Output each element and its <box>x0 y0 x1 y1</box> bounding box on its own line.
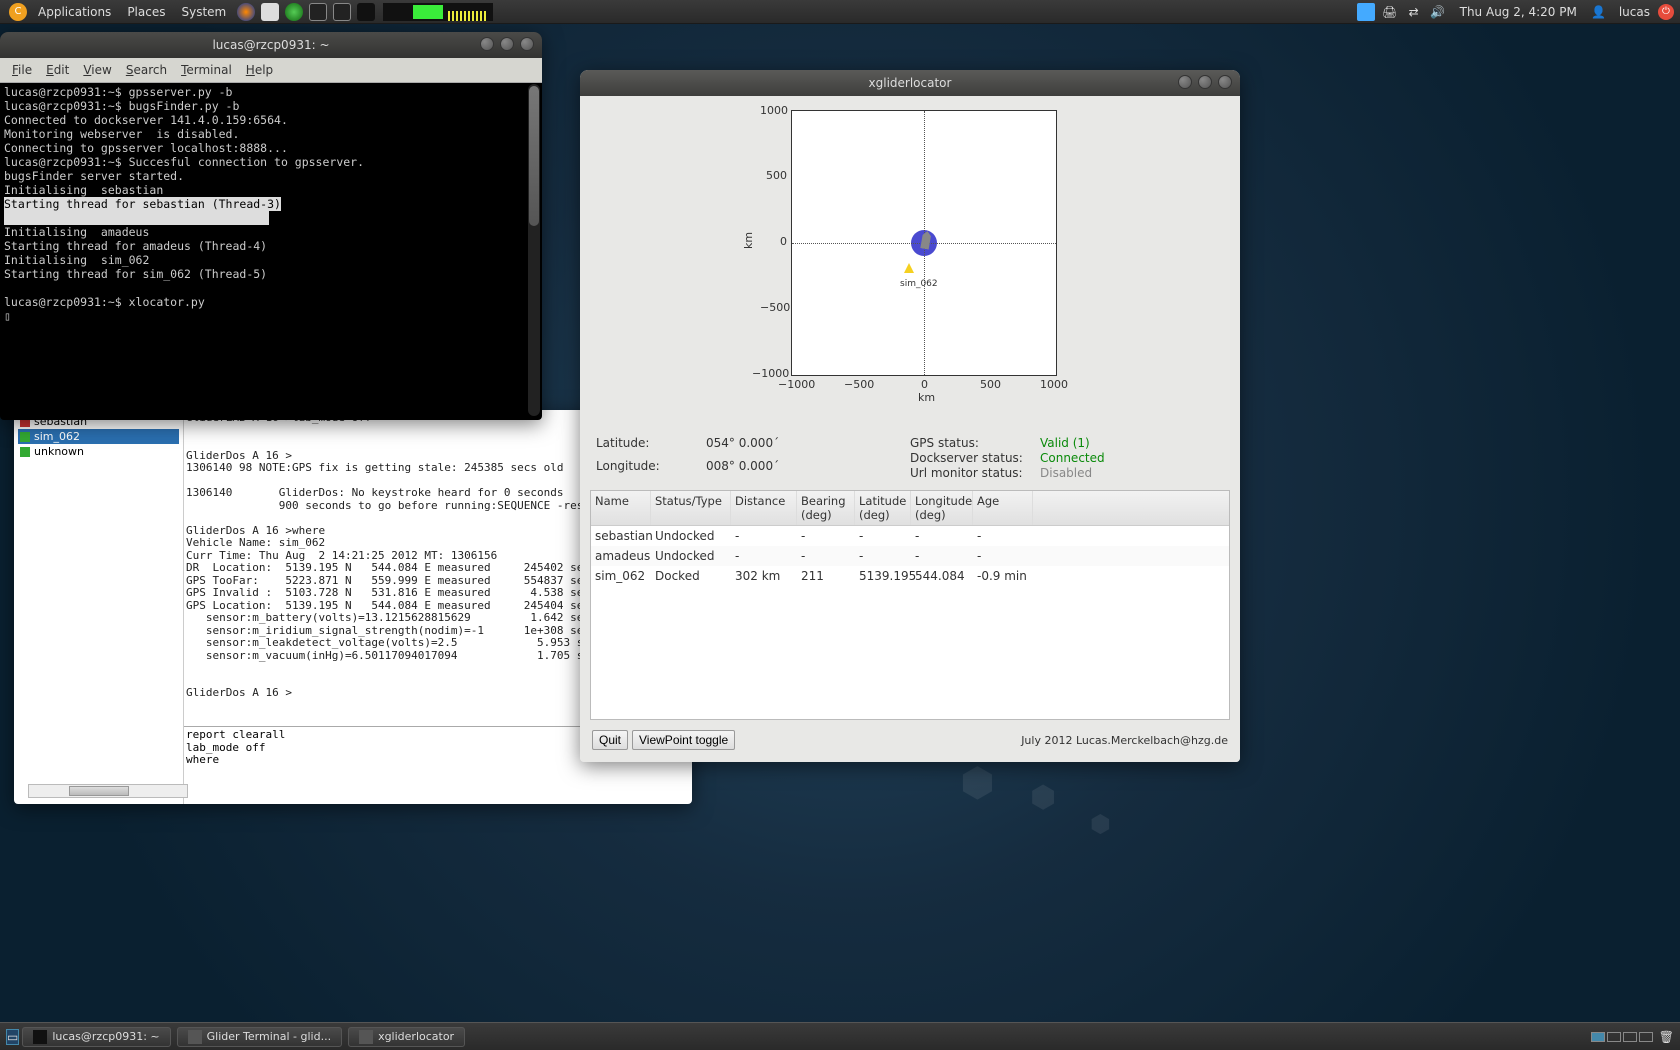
terminal-launcher-icon[interactable] <box>309 3 327 21</box>
terminal-titlebar[interactable]: lucas@rzcp0931: ~ <box>0 32 542 58</box>
places-menu[interactable]: Places <box>119 5 173 19</box>
plot-frame: sim_062 <box>791 110 1057 376</box>
locator-footer: Quit ViewPoint toggle July 2012 Lucas.Me… <box>588 726 1232 754</box>
taskbar-item-locator[interactable]: xgliderlocator <box>348 1027 465 1047</box>
printer-icon[interactable]: 🖨 <box>1381 3 1399 21</box>
x-tick: −1000 <box>778 378 815 391</box>
evolution-icon[interactable] <box>261 3 279 21</box>
taskbar-item-terminal[interactable]: lucas@rzcp0931: ~ <box>22 1027 170 1047</box>
gps-label: GPS status: <box>910 436 1040 450</box>
menu-file[interactable]: File <box>6 61 38 79</box>
url-value: Disabled <box>1040 466 1224 480</box>
status-square-icon <box>20 447 30 457</box>
lat-label: Latitude: <box>596 436 706 458</box>
tree-item-unknown[interactable]: unknown <box>18 444 179 459</box>
system-menu[interactable]: System <box>173 5 234 19</box>
menu-edit[interactable]: Edit <box>40 61 75 79</box>
y-tick: −500 <box>760 301 790 314</box>
cpu-graph[interactable] <box>383 3 493 21</box>
firefox-icon[interactable] <box>237 3 255 21</box>
x-axis-label: km <box>918 391 935 404</box>
glider-tree-pane[interactable]: sebastian sim_062 unknown <box>14 410 184 804</box>
x-tick: 0 <box>921 378 928 391</box>
menu-terminal[interactable]: Terminal <box>175 61 238 79</box>
status-square-icon <box>20 432 30 442</box>
x-tick: −500 <box>844 378 874 391</box>
distro-icon[interactable]: C <box>9 3 27 21</box>
table-header: Name Status/Type Distance Bearing (deg) … <box>591 491 1229 526</box>
y-tick: 500 <box>766 169 787 182</box>
locator-plot[interactable]: sim_062 1000 500 0 −500 −1000 −1000 −500… <box>588 104 1232 432</box>
table-row[interactable]: amadeusUndocked----- <box>591 546 1229 566</box>
table-row[interactable]: sebastianUndocked----- <box>591 526 1229 546</box>
x-tick: 500 <box>980 378 1001 391</box>
lon-value: 008° 0.000´ <box>706 459 910 481</box>
menu-view[interactable]: View <box>77 61 117 79</box>
gps-value: Valid (1) <box>1040 436 1224 450</box>
quit-button[interactable]: Quit <box>592 730 628 750</box>
logout-icon[interactable]: ⏻ <box>1658 4 1674 20</box>
terminal-output[interactable]: lucas@rzcp0931:~$ gpsserver.py -b lucas@… <box>0 83 542 411</box>
tree-label: unknown <box>34 445 84 458</box>
dock-label: Dockserver status: <box>910 451 1040 465</box>
volume-icon[interactable]: 🔊 <box>1429 3 1447 21</box>
glider-marker-label: sim_062 <box>900 279 938 289</box>
x-tick: 1000 <box>1040 378 1068 391</box>
terminal-scrollbar[interactable] <box>528 84 540 416</box>
terminal-menubar: File Edit View Search Terminal Help <box>0 58 542 83</box>
lat-value: 054° 0.000´ <box>706 436 910 458</box>
lon-label: Longitude: <box>596 459 706 481</box>
status-row: Latitude: 054° 0.000´ Longitude: 008° 0.… <box>588 432 1232 484</box>
network-icon[interactable]: ⇄ <box>1405 3 1423 21</box>
tree-scrollbar[interactable] <box>28 784 184 798</box>
workspace-switcher[interactable] <box>1591 1032 1653 1042</box>
clock[interactable]: Thu Aug 2, 4:20 PM <box>1450 5 1587 19</box>
window-icon[interactable] <box>333 3 351 21</box>
tree-item-sim062[interactable]: sim_062 <box>18 429 179 444</box>
app-icon-3[interactable] <box>285 3 303 21</box>
user-menu[interactable]: lucas <box>1611 5 1658 19</box>
url-label: Url monitor status: <box>910 466 1040 480</box>
locator-window: xgliderlocator <box>580 70 1240 762</box>
credit-text: July 2012 Lucas.Merckelbach@hzg.de <box>1021 734 1228 747</box>
locator-titlebar[interactable]: xgliderlocator <box>580 70 1240 96</box>
window-title: lucas@rzcp0931: ~ <box>212 38 329 52</box>
monitor-icon[interactable] <box>357 3 375 21</box>
viewpoint-toggle-button[interactable]: ViewPoint toggle <box>632 730 735 750</box>
glider-marker-icon <box>904 263 914 273</box>
glider-table[interactable]: Name Status/Type Distance Bearing (deg) … <box>590 490 1230 720</box>
tree-label: sim_062 <box>34 430 80 443</box>
menu-search[interactable]: Search <box>120 61 173 79</box>
y-axis-label: km <box>742 232 755 249</box>
top-panel: C Applications Places System 🖨 ⇄ 🔊 Thu A… <box>0 0 1680 24</box>
terminal-window: lucas@rzcp0931: ~ File Edit View Search … <box>0 32 542 420</box>
minimize-button[interactable] <box>480 37 494 51</box>
trash-icon[interactable]: 🗑 <box>1659 1030 1674 1044</box>
close-button[interactable] <box>1218 75 1232 89</box>
menu-help[interactable]: Help <box>240 61 279 79</box>
dock-value: Connected <box>1040 451 1224 465</box>
close-button[interactable] <box>520 37 534 51</box>
window-title: xgliderlocator <box>869 76 952 90</box>
y-tick: 0 <box>780 235 787 248</box>
table-row[interactable]: sim_062Docked302 km2115139.195544.084-0.… <box>591 566 1229 586</box>
terminal-icon <box>33 1030 47 1044</box>
show-desktop-icon[interactable]: ▭ <box>6 1029 19 1045</box>
minimize-button[interactable] <box>1178 75 1192 89</box>
bottom-panel: ▭ lucas@rzcp0931: ~ Glider Terminal - gl… <box>0 1022 1680 1050</box>
taskbar-item-glider-terminal[interactable]: Glider Terminal - glid... <box>177 1027 342 1047</box>
tray-icon-1[interactable] <box>1357 3 1375 21</box>
y-tick: 1000 <box>760 104 788 117</box>
maximize-button[interactable] <box>1198 75 1212 89</box>
maximize-button[interactable] <box>500 37 514 51</box>
app-icon <box>359 1030 373 1044</box>
user-icon: 👤 <box>1590 3 1608 21</box>
applications-menu[interactable]: Applications <box>30 5 119 19</box>
app-icon <box>188 1030 202 1044</box>
